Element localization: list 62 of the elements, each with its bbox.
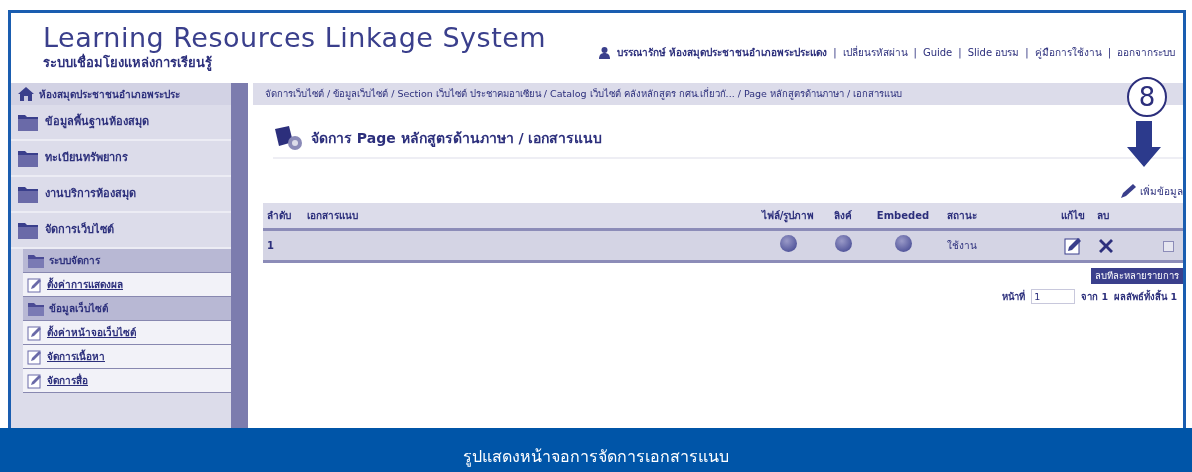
column-header: เอกสารแนบ (303, 203, 753, 230)
column-header: ลำดับ (263, 203, 303, 230)
app-title: Learning Resources Linkage System (43, 23, 547, 53)
home-icon (17, 86, 35, 102)
close-icon[interactable] (1097, 236, 1115, 255)
pencil-icon (27, 372, 43, 389)
sidebar-section[interactable]: ข้อมูลเว็บไซต์ (49, 301, 108, 316)
scrollbar[interactable] (231, 83, 248, 428)
user-name: บรรณารักษ์ ห้องสมุดประชาชนอำเภอพระประแดง (616, 45, 828, 60)
pencil-icon (27, 324, 43, 341)
sidebar-link[interactable]: จัดการเนื้อหา (47, 349, 105, 364)
separator: | (958, 45, 962, 60)
sidebar-item[interactable]: งานบริการห้องสมุด (45, 185, 136, 203)
separator: | (1107, 45, 1111, 60)
sidebar-section[interactable]: ระบบจัดการ (49, 253, 100, 268)
page-count: จาก 1 (1081, 289, 1109, 304)
delete-selected-button[interactable]: ลบทีละหลายรายการ (1091, 268, 1183, 285)
folder-icon (27, 252, 45, 269)
status-dot-icon[interactable] (779, 235, 797, 252)
down-arrow-icon (1127, 121, 1161, 167)
status-dot-icon[interactable] (894, 235, 912, 252)
row-number: 1 (267, 240, 274, 251)
separator: | (913, 45, 917, 60)
column-header: Embeded (863, 203, 943, 230)
sidebar-link[interactable]: จัดการสื่อ (47, 373, 88, 388)
page-input[interactable]: 1 (1031, 289, 1076, 305)
page-label: หน้าที่ (1002, 289, 1026, 304)
folder-icon (17, 112, 39, 132)
user-icon (597, 45, 611, 59)
status-text: ใช้งาน (947, 240, 977, 251)
sidebar-item[interactable]: ทะเบียนทรัพยากร (45, 149, 128, 167)
sidebar-item[interactable]: ข้อมูลพื้นฐานห้องสมุด (45, 113, 149, 131)
status-dot-icon[interactable] (834, 235, 852, 252)
folder-icon (17, 184, 39, 204)
header-link[interactable]: ออกจากระบบ (1117, 44, 1175, 60)
checkbox[interactable] (1162, 240, 1174, 252)
step-number-badge: 8 (1127, 77, 1167, 117)
column-header: ลิงค์ (823, 203, 863, 230)
column-header: ไฟล์/รูปภาพ (753, 203, 823, 230)
separator: | (1025, 45, 1029, 60)
header-link[interactable]: Guide (922, 44, 953, 60)
app-subtitle: ระบบเชื่อมโยงแหล่งการเรียนรู้ (43, 53, 213, 73)
result-count: ผลลัพธ์ทั้งสิ้น 1 (1114, 289, 1177, 304)
header-link[interactable]: Slide อบรม (967, 44, 1020, 60)
header-link[interactable]: เปลี่ยนรหัสผ่าน (842, 44, 908, 60)
folder-icon (17, 148, 39, 168)
pencil-icon (27, 276, 43, 293)
sidebar-item[interactable]: จัดการเว็บไซต์ (45, 221, 114, 239)
header-link[interactable]: คู่มือการใช้งาน (1034, 44, 1102, 60)
page-title: จัดการ Page หลักสูตรด้านภาษา / เอกสารแนบ (311, 128, 603, 149)
column-header: แก้ไข (1053, 203, 1093, 230)
separator: | (833, 45, 837, 60)
caption-text: รูปแสดงหน้าจอการจัดการเอกสารแนบ (463, 446, 729, 469)
pencil-icon (27, 348, 43, 365)
column-header: สถานะ (943, 203, 1053, 230)
edit-icon[interactable] (1064, 236, 1082, 255)
folder-icon (27, 300, 45, 317)
folder-icon (17, 220, 39, 240)
breadcrumb: จัดการเว็บไซต์ / ข้อมูลเว็บไซต์ / Section เว็บไซต์ ประชาคมอาเซียน / Catalog เว็บไซต์ คลังหลักสูตร กศน.เกี่ยวกั... / Page หลักสูตรด้านภาษา / เอกสารแนบ (265, 86, 903, 102)
pencil-icon (1120, 183, 1138, 199)
add-button[interactable]: เพิ่มข้อมูล (1120, 183, 1183, 199)
column-header: ลบ (1093, 203, 1153, 230)
